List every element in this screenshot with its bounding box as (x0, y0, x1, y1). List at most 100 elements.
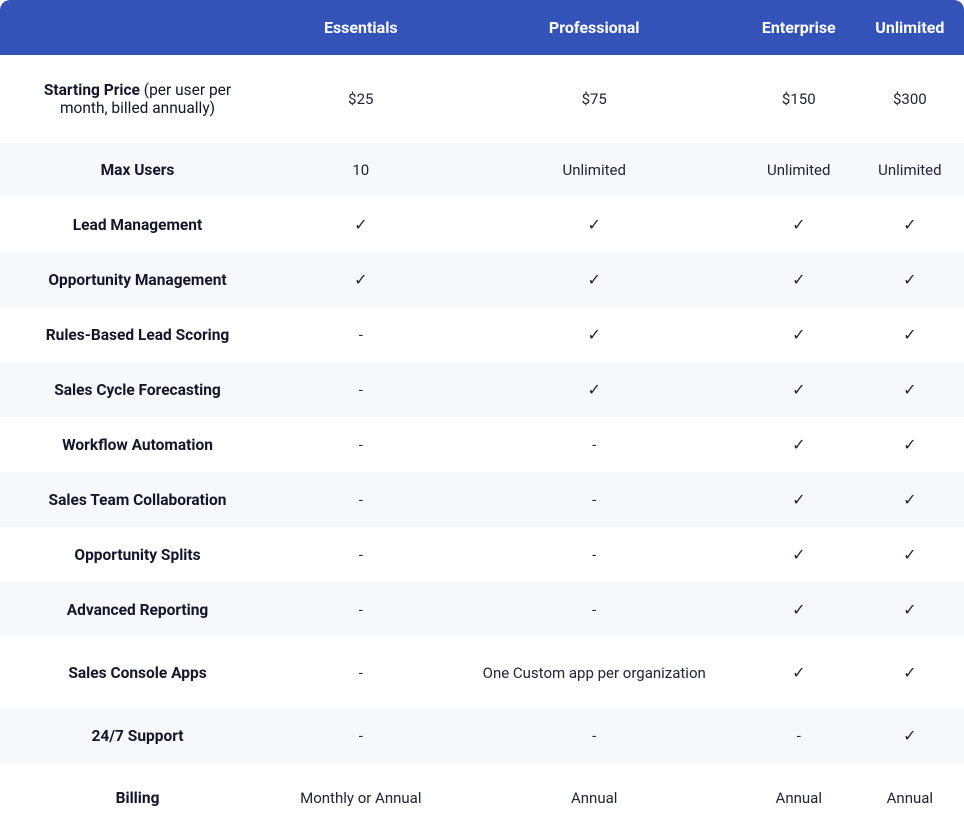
row-label-text: Max Users (101, 161, 175, 179)
row-label-text: Advanced Reporting (67, 601, 209, 619)
table-row: Starting Price (per user per month, bill… (0, 55, 964, 143)
row-label: Sales Team Collaboration (0, 472, 275, 527)
row-label: Opportunity Management (0, 252, 275, 307)
row-value: ✓ (742, 252, 856, 307)
table-row: Max Users10UnlimitedUnlimitedUnlimited (0, 143, 964, 197)
row-label-text: Sales Console Apps (68, 664, 206, 682)
row-value: ✓ (856, 472, 964, 527)
row-label: Sales Cycle Forecasting (0, 362, 275, 417)
table-row: BillingMonthly or AnnualAnnualAnnualAnnu… (0, 763, 964, 833)
row-label-text: 24/7 Support (92, 727, 184, 745)
row-value: ✓ (856, 252, 964, 307)
row-value: ✓ (742, 417, 856, 472)
pricing-comparison-table-container: Essentials Professional Enterprise Unlim… (0, 0, 964, 833)
row-value: ✓ (447, 362, 742, 417)
row-label: Workflow Automation (0, 417, 275, 472)
row-value: ✓ (856, 527, 964, 582)
table-row: Lead Management✓✓✓✓ (0, 197, 964, 252)
table-header-row: Essentials Professional Enterprise Unlim… (0, 0, 964, 55)
row-label: Billing (0, 763, 275, 833)
table-row: Opportunity Management✓✓✓✓ (0, 252, 964, 307)
row-label-text: Starting Price (44, 81, 140, 99)
row-value: ✓ (856, 708, 964, 763)
row-value: $75 (447, 55, 742, 143)
row-value: ✓ (447, 252, 742, 307)
header-plan-professional: Professional (447, 0, 742, 55)
row-label: Max Users (0, 143, 275, 197)
row-value: Annual (742, 763, 856, 833)
row-value: ✓ (856, 417, 964, 472)
row-label-text: Opportunity Splits (74, 546, 200, 564)
row-label-text: Opportunity Management (48, 271, 226, 289)
table-body: Starting Price (per user per month, bill… (0, 55, 964, 833)
row-value: ✓ (856, 582, 964, 637)
header-blank (0, 0, 275, 55)
row-value: - (447, 417, 742, 472)
row-value: - (447, 582, 742, 637)
row-value: ✓ (742, 197, 856, 252)
row-value: ✓ (856, 362, 964, 417)
row-value: ✓ (742, 582, 856, 637)
row-value: One Custom app per organization (447, 637, 742, 708)
row-value: Unlimited (447, 143, 742, 197)
row-value: ✓ (447, 197, 742, 252)
row-label-text: Billing (116, 789, 160, 807)
row-value: ✓ (856, 197, 964, 252)
table-row: Workflow Automation--✓✓ (0, 417, 964, 472)
row-value: $25 (275, 55, 447, 143)
row-value: ✓ (742, 527, 856, 582)
row-value: - (275, 472, 447, 527)
row-value: $300 (856, 55, 964, 143)
row-value: - (275, 362, 447, 417)
row-value: - (275, 582, 447, 637)
table-row: Opportunity Splits--✓✓ (0, 527, 964, 582)
table-row: Rules-Based Lead Scoring-✓✓✓ (0, 307, 964, 362)
row-value: - (275, 307, 447, 362)
table-row: Sales Cycle Forecasting-✓✓✓ (0, 362, 964, 417)
row-value: ✓ (447, 307, 742, 362)
row-label: Opportunity Splits (0, 527, 275, 582)
row-label: 24/7 Support (0, 708, 275, 763)
row-value: ✓ (275, 197, 447, 252)
row-label: Lead Management (0, 197, 275, 252)
row-value: Annual (856, 763, 964, 833)
row-label: Starting Price (per user per month, bill… (0, 55, 275, 143)
row-value: ✓ (742, 307, 856, 362)
table-row: Sales Team Collaboration--✓✓ (0, 472, 964, 527)
row-value: Unlimited (856, 143, 964, 197)
row-value: - (447, 708, 742, 763)
row-value: - (275, 708, 447, 763)
row-value: Unlimited (742, 143, 856, 197)
row-value: Annual (447, 763, 742, 833)
row-value: ✓ (856, 307, 964, 362)
row-value: Monthly or Annual (275, 763, 447, 833)
row-label-text: Sales Cycle Forecasting (54, 381, 221, 399)
row-label-text: Rules-Based Lead Scoring (46, 326, 230, 344)
row-value: ✓ (275, 252, 447, 307)
row-value: - (275, 637, 447, 708)
table-header: Essentials Professional Enterprise Unlim… (0, 0, 964, 55)
row-value: - (275, 417, 447, 472)
pricing-comparison-table: Essentials Professional Enterprise Unlim… (0, 0, 964, 833)
row-label-text: Lead Management (73, 216, 202, 234)
row-value: 10 (275, 143, 447, 197)
row-value: $150 (742, 55, 856, 143)
row-value: ✓ (856, 637, 964, 708)
header-plan-enterprise: Enterprise (742, 0, 856, 55)
table-row: Advanced Reporting--✓✓ (0, 582, 964, 637)
header-plan-essentials: Essentials (275, 0, 447, 55)
row-value: ✓ (742, 362, 856, 417)
row-value: - (447, 472, 742, 527)
row-value: - (447, 527, 742, 582)
table-row: Sales Console Apps -One Custom app per or… (0, 637, 964, 708)
table-row: 24/7 Support---✓ (0, 708, 964, 763)
row-label: Advanced Reporting (0, 582, 275, 637)
row-label: Sales Console Apps (0, 637, 275, 708)
row-label: Rules-Based Lead Scoring (0, 307, 275, 362)
row-label-text: Sales Team Collaboration (49, 491, 227, 509)
row-label-text: Workflow Automation (62, 436, 213, 454)
header-plan-unlimited: Unlimited (856, 0, 964, 55)
row-value: - (742, 708, 856, 763)
row-value: ✓ (742, 472, 856, 527)
row-value: - (275, 527, 447, 582)
